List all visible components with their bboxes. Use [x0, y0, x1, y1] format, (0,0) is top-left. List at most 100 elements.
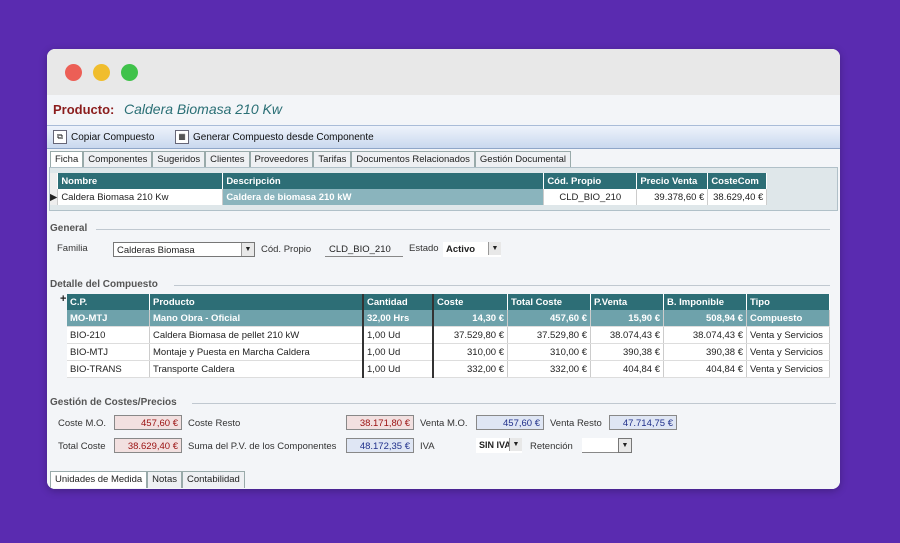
cell-nombre[interactable]: Caldera Biomasa 210 Kw: [57, 189, 224, 205]
cell[interactable]: 15,90 €: [590, 310, 664, 327]
chevron-down-icon[interactable]: ▼: [241, 243, 254, 256]
iva-select[interactable]: SIN IVA ▼: [476, 438, 522, 453]
cell[interactable]: 37.529,80 €: [433, 326, 508, 344]
cell[interactable]: 332,00 €: [507, 360, 591, 378]
cell-precio-venta[interactable]: 39.378,60 €: [636, 189, 709, 205]
suma-pv-field[interactable]: 48.172,35 €: [346, 438, 414, 453]
col-total-coste[interactable]: Total Coste: [507, 294, 591, 310]
col-coste-comp[interactable]: CosteCom: [707, 173, 768, 189]
tab-notas[interactable]: Notas: [147, 471, 182, 488]
cell[interactable]: 332,00 €: [433, 360, 508, 378]
tab-contabilidad[interactable]: Contabilidad: [181, 471, 245, 488]
cell[interactable]: BIO-210: [67, 326, 150, 344]
cell[interactable]: Montaje y Puesta en Marcha Caldera: [149, 343, 364, 361]
venta-resto-field[interactable]: 47.714,75 €: [609, 415, 677, 430]
tab-ficha[interactable]: Ficha: [50, 151, 84, 168]
header-grid-panel: Nombre Descripción Cód. Propio Precio Ve…: [49, 167, 838, 211]
product-header: Producto: Caldera Biomasa 210 Kw: [53, 101, 282, 117]
table-row[interactable]: BIO-MTJ Montaje y Puesta en Marcha Calde…: [67, 343, 830, 361]
expand-icon[interactable]: +: [60, 293, 66, 305]
estado-value: Activo: [446, 244, 476, 255]
section-costes-title: Gestión de Costes/Precios: [50, 397, 177, 408]
cell[interactable]: Transporte Caldera: [149, 360, 364, 378]
table-row[interactable]: BIO-210 Caldera Biomasa de pellet 210 kW…: [67, 326, 830, 344]
col-bimponible[interactable]: B. Imponible: [663, 294, 747, 310]
col-precio-venta[interactable]: Precio Venta: [636, 173, 709, 189]
cell[interactable]: Venta y Servicios: [746, 360, 830, 378]
cell[interactable]: Venta y Servicios: [746, 326, 830, 344]
cell[interactable]: 457,60 €: [507, 310, 591, 327]
table-row[interactable]: BIO-TRANS Transporte Caldera 1,00 Ud 332…: [67, 360, 830, 378]
cell[interactable]: 38.074,43 €: [590, 326, 664, 344]
chevron-down-icon[interactable]: ▼: [618, 438, 632, 453]
generate-compound-button[interactable]: ▦ Generar Compuesto desde Componente: [175, 130, 374, 144]
row-marker-header: [50, 173, 59, 189]
col-descripcion[interactable]: Descripción: [222, 173, 545, 189]
cell[interactable]: BIO-MTJ: [67, 343, 150, 361]
minimize-window-button[interactable]: [93, 64, 110, 81]
tab-unidades[interactable]: Unidades de Medida: [50, 471, 148, 488]
table-row[interactable]: ▶ Caldera Biomasa 210 Kw Caldera de biom…: [50, 189, 768, 205]
cell[interactable]: 508,94 €: [663, 310, 747, 327]
col-coste[interactable]: Coste: [433, 294, 508, 310]
cod-propio-input[interactable]: CLD_BIO_210: [325, 242, 403, 257]
cell[interactable]: Mano Obra - Oficial: [149, 310, 364, 327]
close-window-button[interactable]: [65, 64, 82, 81]
tab-componentes[interactable]: Componentes: [83, 151, 153, 168]
section-general: General: [50, 223, 830, 234]
col-cod-propio[interactable]: Cód. Propio: [543, 173, 638, 189]
generate-compound-label: Generar Compuesto desde Componente: [193, 131, 374, 143]
cell[interactable]: 1,00 Ud: [363, 326, 434, 344]
cell[interactable]: 404,84 €: [590, 360, 664, 378]
cell[interactable]: 390,38 €: [590, 343, 664, 361]
detail-grid: C.P. Producto Cantidad Coste Total Coste…: [67, 294, 830, 378]
bottom-tabs: Unidades de Medida Notas Contabilidad: [50, 471, 245, 488]
cell[interactable]: 310,00 €: [433, 343, 508, 361]
retencion-select[interactable]: ▼: [582, 438, 632, 453]
tab-clientes[interactable]: Clientes: [205, 151, 250, 168]
cell[interactable]: MO-MTJ: [67, 310, 150, 327]
venta-mo-field[interactable]: 457,60 €: [476, 415, 544, 430]
cell[interactable]: 37.529,80 €: [507, 326, 591, 344]
cell-descripcion[interactable]: Caldera de biomasa 210 kW: [222, 189, 545, 205]
tab-proveedores[interactable]: Proveedores: [249, 151, 314, 168]
cell[interactable]: 404,84 €: [663, 360, 747, 378]
tab-gestion-documental[interactable]: Gestión Documental: [474, 151, 571, 168]
tab-sugeridos[interactable]: Sugeridos: [152, 151, 206, 168]
coste-mo-field[interactable]: 457,60 €: [114, 415, 182, 430]
total-coste-field[interactable]: 38.629,40 €: [114, 438, 182, 453]
col-nombre[interactable]: Nombre: [57, 173, 224, 189]
cell[interactable]: 1,00 Ud: [363, 343, 434, 361]
col-tipo[interactable]: Tipo: [746, 294, 830, 310]
cell[interactable]: 32,00 Hrs: [363, 310, 434, 327]
table-row[interactable]: MO-MTJ Mano Obra - Oficial 32,00 Hrs 14,…: [67, 310, 830, 327]
col-cantidad[interactable]: Cantidad: [363, 294, 434, 310]
familia-select[interactable]: Calderas Biomasa ▼: [113, 242, 255, 257]
col-cp[interactable]: C.P.: [67, 294, 150, 310]
cell[interactable]: Compuesto: [746, 310, 830, 327]
cell[interactable]: 1,00 Ud: [363, 360, 434, 378]
estado-select[interactable]: Activo ▼: [443, 242, 501, 257]
maximize-window-button[interactable]: [121, 64, 138, 81]
section-costes: Gestión de Costes/Precios: [50, 397, 836, 408]
chevron-down-icon[interactable]: ▼: [509, 438, 522, 451]
col-producto[interactable]: Producto: [149, 294, 364, 310]
suma-pv-label: Suma del P.V. de los Componentes: [188, 441, 337, 452]
cell[interactable]: 38.074,43 €: [663, 326, 747, 344]
chevron-down-icon[interactable]: ▼: [488, 242, 501, 255]
copy-icon: ⧉: [53, 130, 67, 144]
tab-documentos[interactable]: Documentos Relacionados: [351, 151, 475, 168]
cell[interactable]: 14,30 €: [433, 310, 508, 327]
cell[interactable]: Venta y Servicios: [746, 343, 830, 361]
coste-resto-label: Coste Resto: [188, 418, 241, 429]
cell[interactable]: Caldera Biomasa de pellet 210 kW: [149, 326, 364, 344]
coste-resto-field[interactable]: 38.171,80 €: [346, 415, 414, 430]
cell[interactable]: BIO-TRANS: [67, 360, 150, 378]
tab-tarifas[interactable]: Tarifas: [313, 151, 352, 168]
cell[interactable]: 390,38 €: [663, 343, 747, 361]
cell[interactable]: 310,00 €: [507, 343, 591, 361]
copy-compound-button[interactable]: ⧉ Copiar Compuesto: [53, 130, 154, 144]
cell-coste-comp[interactable]: 38.629,40 €: [707, 189, 768, 205]
col-pventa[interactable]: P.Venta: [590, 294, 664, 310]
cell-cod-propio[interactable]: CLD_BIO_210: [543, 189, 638, 205]
